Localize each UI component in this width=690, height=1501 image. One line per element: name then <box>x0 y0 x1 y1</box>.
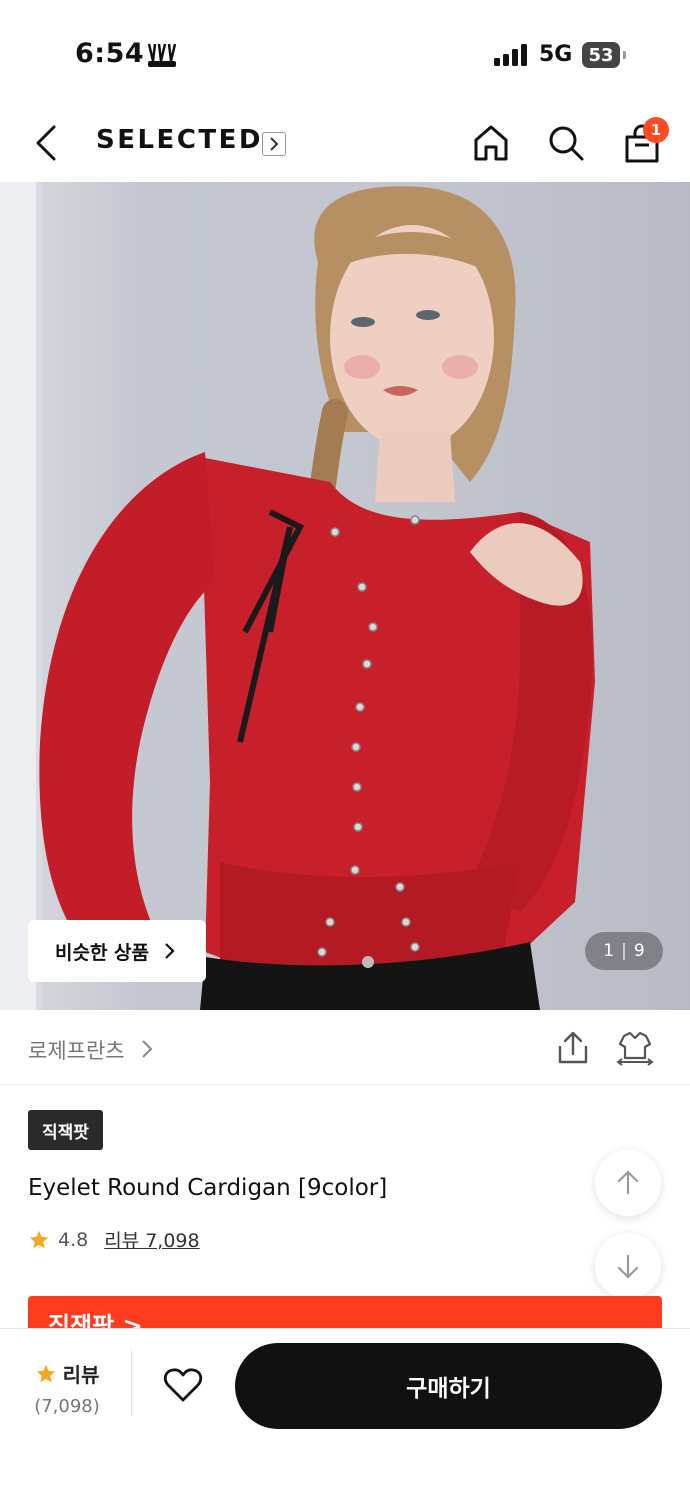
counter-separator: | <box>621 941 627 961</box>
rating-row: 4.8 리뷰 7,098 <box>28 1226 200 1253</box>
chevron-right-icon <box>165 943 175 959</box>
brand-chevron[interactable] <box>262 132 286 156</box>
home-icon[interactable] <box>472 123 510 163</box>
bottom-review-count: (7,098) <box>34 1396 100 1417</box>
scroll-top-button[interactable] <box>595 1150 661 1216</box>
arrow-down-icon <box>617 1254 639 1279</box>
cart-count-badge: 1 <box>643 117 669 143</box>
seller-row: 로제프란츠 <box>0 1010 690 1085</box>
status-time: 6:54 <box>75 38 145 69</box>
battery-icon: 53 <box>582 42 626 68</box>
app-activity-icon <box>147 43 177 67</box>
similar-products-label: 비슷한 상품 <box>55 941 150 964</box>
arrow-up-icon <box>617 1170 639 1195</box>
compare-icon[interactable] <box>616 1030 654 1066</box>
promo-text: 직잭팟 > <box>48 1312 143 1330</box>
network-type: 5G <box>539 42 573 67</box>
status-bar: 6:54 5G 53 <box>0 0 690 100</box>
deal-badge: 직잭팟 <box>28 1110 103 1150</box>
heart-icon[interactable] <box>163 1367 203 1403</box>
bottom-review-button[interactable]: 리뷰 (7,098) <box>32 1359 102 1417</box>
chevron-right-icon <box>270 137 279 151</box>
rating-score: 4.8 <box>58 1228 89 1251</box>
bottom-review-label: 리뷰 <box>62 1363 100 1387</box>
signal-icon <box>494 44 527 66</box>
star-icon <box>36 1364 55 1382</box>
bottom-action-bar: 리뷰 (7,098) 구매하기 <box>0 1328 690 1501</box>
chevron-right-icon <box>142 1040 153 1058</box>
buy-button[interactable]: 구매하기 <box>235 1343 662 1429</box>
search-icon[interactable] <box>546 123 586 163</box>
share-icon[interactable] <box>556 1030 590 1066</box>
scroll-bottom-button[interactable] <box>595 1233 661 1299</box>
product-image-gallery[interactable]: 비슷한 상품 1 | 9 <box>0 182 690 1010</box>
image-counter: 1 | 9 <box>585 932 663 970</box>
image-index: 1 <box>603 941 615 961</box>
review-link[interactable]: 리뷰 7,098 <box>104 1226 199 1253</box>
seller-link[interactable]: 로제프란츠 <box>28 1035 125 1065</box>
product-photo <box>0 182 595 1010</box>
top-nav: SELECTED <box>0 105 690 183</box>
brand-title[interactable]: SELECTED <box>96 125 263 155</box>
image-total: 9 <box>633 941 645 961</box>
product-title: Eyelet Round Cardigan [9color] <box>28 1175 388 1201</box>
promo-banner[interactable]: 직잭팟 > <box>28 1296 662 1330</box>
similar-products-button[interactable]: 비슷한 상품 <box>28 920 206 982</box>
back-arrow-icon[interactable] <box>30 123 62 163</box>
bottom-divider <box>131 1349 132 1417</box>
star-icon <box>29 1230 49 1248</box>
